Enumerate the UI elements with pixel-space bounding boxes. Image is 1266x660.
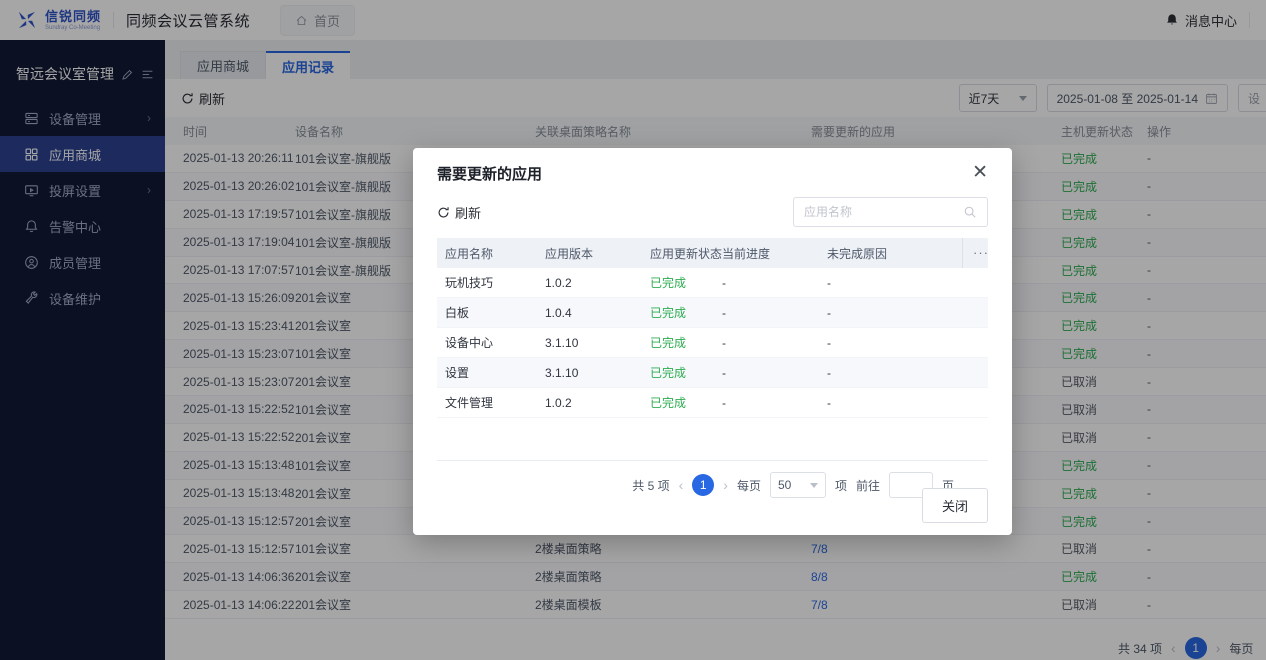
- column-header: 应用更新状态: [650, 245, 722, 262]
- next-page-icon[interactable]: ›: [723, 477, 728, 493]
- dialog-table-row: 设备中心3.1.10已完成--: [437, 328, 988, 358]
- cell-app-name: 玩机技巧: [445, 274, 545, 291]
- app-name-search[interactable]: [793, 197, 988, 227]
- per-page-value: 50: [778, 478, 791, 492]
- column-header: 应用名称: [445, 245, 545, 262]
- cell-app-version: 3.1.10: [545, 366, 650, 380]
- total-count: 共 5 项: [632, 477, 669, 494]
- status-badge: 已完成: [650, 394, 722, 411]
- status-badge: 已完成: [650, 364, 722, 381]
- column-settings-icon[interactable]: ···: [962, 238, 989, 268]
- refresh-icon: [437, 206, 450, 219]
- column-header: 未完成原因: [827, 245, 962, 262]
- column-header: 当前进度: [722, 245, 827, 262]
- cell-app-version: 3.1.10: [545, 336, 650, 350]
- app-name-search-input[interactable]: [804, 205, 957, 219]
- status-badge: 已完成: [650, 334, 722, 351]
- cell-app-name: 白板: [445, 304, 545, 321]
- goto-label: 前往: [856, 477, 880, 494]
- apps-to-update-dialog: 需要更新的应用 ✕ 刷新 应用名称应用版本应用更新状态当前进度未完成原因··· …: [413, 148, 1012, 535]
- per-page-unit: 项: [835, 477, 847, 494]
- cell-progress: -: [722, 336, 827, 350]
- dialog-table-row: 文件管理1.0.2已完成--: [437, 388, 988, 418]
- dialog-table-body: 玩机技巧1.0.2已完成--白板1.0.4已完成--设备中心3.1.10已完成-…: [437, 268, 988, 418]
- cell-progress: -: [722, 306, 827, 320]
- dialog-pagination: 共 5 项 ‹ 1 › 每页 50 项 前往 页: [437, 460, 988, 498]
- dialog-table-row: 白板1.0.4已完成--: [437, 298, 988, 328]
- cell-progress: -: [722, 396, 827, 410]
- dialog-table-row: 设置3.1.10已完成--: [437, 358, 988, 388]
- dialog-table-header: 应用名称应用版本应用更新状态当前进度未完成原因···: [437, 238, 988, 268]
- dialog-header: 需要更新的应用 ✕: [413, 148, 1012, 184]
- dialog-title: 需要更新的应用: [437, 163, 542, 184]
- cell-reason: -: [827, 306, 962, 320]
- cell-app-version: 1.0.2: [545, 276, 650, 290]
- cell-reason: -: [827, 336, 962, 350]
- status-badge: 已完成: [650, 274, 722, 291]
- status-badge: 已完成: [650, 304, 722, 321]
- cell-app-name: 设置: [445, 364, 545, 381]
- cell-reason: -: [827, 396, 962, 410]
- dialog-refresh-label: 刷新: [455, 203, 481, 222]
- close-icon[interactable]: ✕: [972, 163, 988, 182]
- per-page-select[interactable]: 50: [770, 472, 826, 498]
- dialog-toolbar: 刷新: [413, 184, 1012, 227]
- close-dialog-button[interactable]: 关闭: [922, 488, 988, 523]
- cell-app-version: 1.0.4: [545, 306, 650, 320]
- cell-app-name: 设备中心: [445, 334, 545, 351]
- chevron-down-icon: [810, 483, 818, 488]
- cell-app-version: 1.0.2: [545, 396, 650, 410]
- dialog-table-row: 玩机技巧1.0.2已完成--: [437, 268, 988, 298]
- column-header: 应用版本: [545, 245, 650, 262]
- dialog-refresh-button[interactable]: 刷新: [437, 203, 481, 222]
- dialog-table: 应用名称应用版本应用更新状态当前进度未完成原因··· 玩机技巧1.0.2已完成-…: [437, 238, 988, 418]
- cell-progress: -: [722, 276, 827, 290]
- prev-page-icon[interactable]: ‹: [679, 477, 684, 493]
- search-icon: [963, 205, 977, 219]
- cell-app-name: 文件管理: [445, 394, 545, 411]
- page-number[interactable]: 1: [692, 474, 714, 496]
- cell-reason: -: [827, 276, 962, 290]
- per-page-label: 每页: [737, 477, 761, 494]
- cell-reason: -: [827, 366, 962, 380]
- cell-progress: -: [722, 366, 827, 380]
